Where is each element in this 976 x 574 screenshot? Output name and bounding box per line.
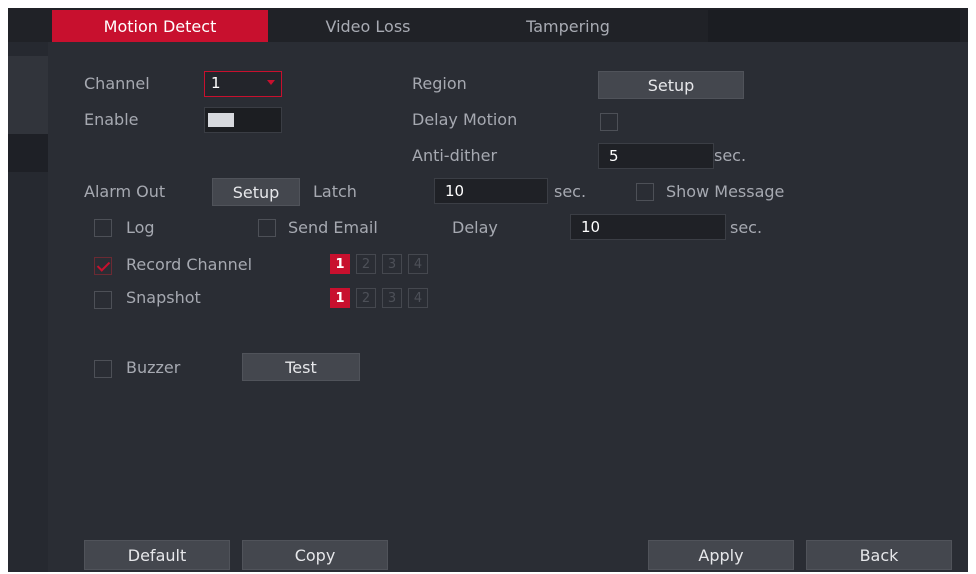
copy-button[interactable]: Copy xyxy=(242,540,388,570)
delay-motion-label: Delay Motion xyxy=(412,110,518,129)
delay-motion-checkbox[interactable] xyxy=(600,113,618,131)
snapshot-channel-1[interactable]: 1 xyxy=(330,288,350,308)
send-email-checkbox[interactable] xyxy=(258,219,276,237)
latch-input[interactable]: 10 xyxy=(434,178,548,204)
buzzer-checkbox[interactable] xyxy=(94,360,112,378)
buzzer-label: Buzzer xyxy=(126,358,181,377)
snapshot-checkbox[interactable] xyxy=(94,291,112,309)
alarm-out-setup-button[interactable]: Setup xyxy=(212,178,300,206)
latch-unit: sec. xyxy=(554,182,587,201)
delay-unit: sec. xyxy=(730,218,763,237)
channel-select-value: 1 xyxy=(211,74,221,92)
log-checkbox[interactable] xyxy=(94,219,112,237)
anti-dither-unit: sec. xyxy=(714,146,747,165)
tab-bar-filler xyxy=(708,10,960,42)
snapshot-label: Snapshot xyxy=(126,288,201,307)
send-email-label: Send Email xyxy=(288,218,378,237)
show-message-checkbox[interactable] xyxy=(636,183,654,201)
log-label: Log xyxy=(126,218,155,237)
record-channel-2[interactable]: 2 xyxy=(356,254,376,274)
record-channel-4[interactable]: 4 xyxy=(408,254,428,274)
anti-dither-label: Anti-dither xyxy=(412,146,498,165)
buzzer-test-button[interactable]: Test xyxy=(242,353,360,381)
record-channel-3[interactable]: 3 xyxy=(382,254,402,274)
snapshot-channel-2[interactable]: 2 xyxy=(356,288,376,308)
chevron-down-icon xyxy=(267,80,275,85)
alarm-out-label: Alarm Out xyxy=(84,182,166,201)
apply-button[interactable]: Apply xyxy=(648,540,794,570)
toggle-knob xyxy=(208,113,234,127)
delay-label: Delay xyxy=(452,218,498,237)
region-label: Region xyxy=(412,74,467,93)
delay-input[interactable]: 10 xyxy=(570,214,726,240)
back-button[interactable]: Back xyxy=(806,540,952,570)
tab-motion-detect[interactable]: Motion Detect xyxy=(52,10,268,42)
left-sidebar-selected-block xyxy=(8,134,48,172)
show-message-label: Show Message xyxy=(666,182,785,201)
record-channel-checkbox[interactable] xyxy=(94,257,112,275)
tab-video-loss[interactable]: Video Loss xyxy=(268,10,468,42)
snapshot-channel-4[interactable]: 4 xyxy=(408,288,428,308)
record-channel-label: Record Channel xyxy=(126,255,253,274)
channel-label: Channel xyxy=(84,74,150,93)
enable-toggle[interactable] xyxy=(204,107,282,133)
region-setup-button[interactable]: Setup xyxy=(598,71,744,99)
latch-label: Latch xyxy=(313,182,357,201)
alarm-settings-panel: Motion Detect Video Loss Tampering Chann… xyxy=(8,8,968,572)
default-button[interactable]: Default xyxy=(84,540,230,570)
anti-dither-input[interactable]: 5 xyxy=(598,143,714,169)
snapshot-channel-3[interactable]: 3 xyxy=(382,288,402,308)
record-channel-1[interactable]: 1 xyxy=(330,254,350,274)
enable-label: Enable xyxy=(84,110,139,129)
tab-bar: Motion Detect Video Loss Tampering xyxy=(8,8,968,42)
tab-tampering[interactable]: Tampering xyxy=(468,10,668,42)
left-sidebar-block xyxy=(8,56,48,134)
channel-select[interactable]: 1 xyxy=(204,71,282,97)
